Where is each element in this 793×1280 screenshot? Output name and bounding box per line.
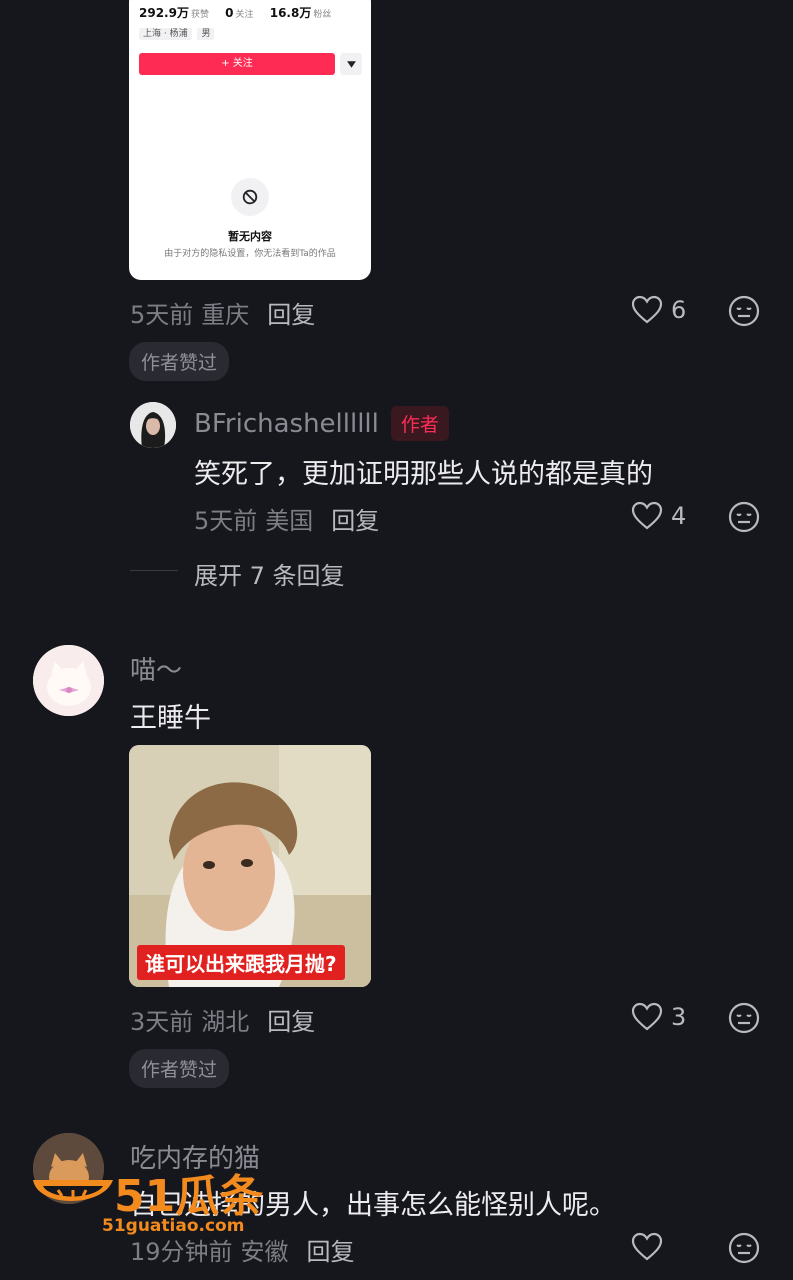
comment-text: 王睡牛 <box>130 703 211 734</box>
reply-button[interactable]: 回复 <box>267 1008 315 1036</box>
comment-location: 美国 <box>265 507 314 535</box>
comment-time: 3天前 <box>130 1008 194 1036</box>
filter-arrow-icon <box>346 60 356 68</box>
avatar[interactable] <box>33 645 104 716</box>
reply-text: 笑死了，更加证明那些人说的都是真的 <box>194 459 653 490</box>
meh-face-icon <box>728 501 760 533</box>
comment1-meta: 5天前 重庆 回复 <box>130 295 333 330</box>
cat-avatar-icon <box>33 645 104 716</box>
expand-replies-button[interactable]: 展开 7 条回复 <box>194 556 345 591</box>
meh-face-icon <box>728 1002 760 1034</box>
image-caption: 谁可以出来跟我月抛? <box>137 945 345 980</box>
watermark-url: 51guatiao.com <box>102 1216 245 1236</box>
watermark: 51瓜条 51guatiao.com <box>28 1160 278 1240</box>
username[interactable]: BFrichashellllll <box>194 409 379 439</box>
comment1-like-button[interactable]: 6 <box>631 295 686 325</box>
following-label: 关注 <box>235 10 254 20</box>
reply1-like-button[interactable]: 4 <box>631 501 686 531</box>
watermark-logo-text: 51瓜条 <box>114 1171 264 1222</box>
profile-card[interactable]: 292.9万 获赞 0 关注 16.8万 粉丝 上海 · 杨浦 男 + 关注 暂无内容… <box>129 0 371 280</box>
comment2-dislike-button[interactable] <box>728 1002 760 1038</box>
empty-subtitle: 由于对方的隐私设置，你无法看到Ta的作品 <box>164 249 336 259</box>
reply-button[interactable]: 回复 <box>267 301 315 329</box>
comment3-like-button[interactable] <box>631 1232 671 1262</box>
profile-stats: 292.9万 获赞 0 关注 16.8万 粉丝 <box>139 4 343 21</box>
location-tag: 上海 · 杨浦 <box>139 28 192 40</box>
heart-icon <box>631 295 663 324</box>
watermelon-logo-icon <box>33 1180 113 1201</box>
meh-face-icon <box>728 295 760 327</box>
avatar[interactable] <box>130 402 176 448</box>
meh-face-icon <box>728 1232 760 1264</box>
more-dropdown-button[interactable] <box>340 53 362 75</box>
like-count: 3 <box>671 1003 687 1031</box>
reply-button[interactable]: 回复 <box>307 1238 355 1266</box>
heart-icon <box>631 501 663 530</box>
fans-count: 16.8万 <box>269 6 312 20</box>
comment-location: 重庆 <box>201 301 250 329</box>
comment1-dislike-button[interactable] <box>728 295 760 331</box>
author-liked-badge: 作者赞过 <box>129 342 230 381</box>
expand-divider <box>130 570 178 571</box>
author-avatar-icon <box>130 402 176 448</box>
prohibited-icon <box>242 189 258 205</box>
author-tag: 作者 <box>390 406 449 441</box>
gender-tag: 男 <box>197 28 215 40</box>
comment-location: 安徽 <box>240 1238 289 1266</box>
comment3-dislike-button[interactable] <box>728 1232 760 1268</box>
heart-icon <box>631 1002 663 1031</box>
comment-location: 湖北 <box>201 1008 250 1036</box>
comment2-meta: 3天前 湖北 回复 <box>130 1002 333 1037</box>
like-count: 4 <box>671 502 687 530</box>
heart-icon <box>631 1232 663 1261</box>
following-count: 0 <box>225 6 234 20</box>
reply-button[interactable]: 回复 <box>331 507 379 535</box>
fans-label: 粉丝 <box>313 10 332 20</box>
empty-title: 暂无内容 <box>228 230 272 243</box>
likes-count: 292.9万 <box>139 6 189 20</box>
comment-time: 5天前 <box>194 507 258 535</box>
comment-time: 5天前 <box>130 301 194 329</box>
follow-button[interactable]: + 关注 <box>139 53 335 75</box>
comment2-like-button[interactable]: 3 <box>631 1002 686 1032</box>
comment-time: 19分钟前 <box>130 1238 233 1266</box>
likes-label: 获赞 <box>190 10 209 20</box>
profile-tags: 上海 · 杨浦 男 <box>139 26 217 40</box>
reply1-header: BFrichashellllll 作者 <box>194 406 449 441</box>
like-count: 6 <box>671 296 687 324</box>
reply1-dislike-button[interactable] <box>728 501 760 537</box>
comment-image[interactable]: 谁可以出来跟我月抛? <box>129 745 371 987</box>
no-content-icon <box>231 178 269 216</box>
username[interactable]: 喵～ <box>130 650 182 687</box>
author-liked-badge: 作者赞过 <box>129 1049 230 1088</box>
reply1-meta: 5天前 美国 回复 <box>194 501 397 536</box>
